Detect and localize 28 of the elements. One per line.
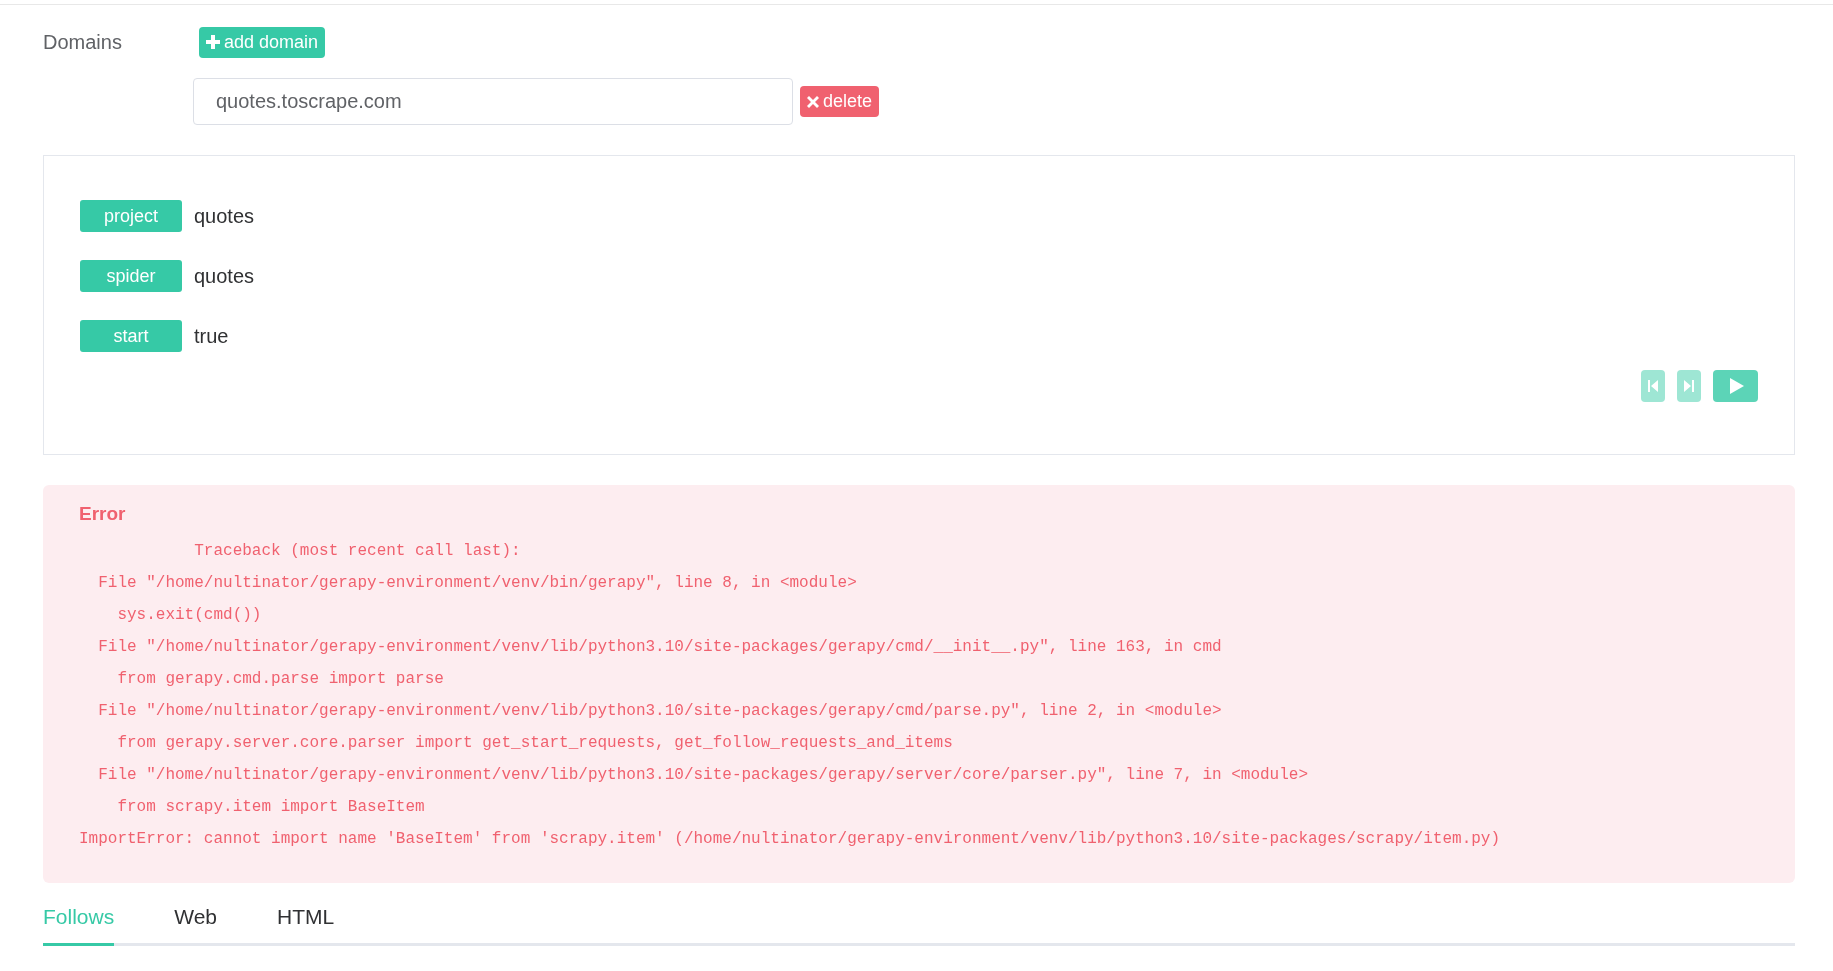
close-icon [807, 95, 819, 108]
traceback-line: sys.exit(cmd()) [116, 605, 263, 626]
domains-label: Domains [43, 30, 123, 54]
tab[interactable]: HTML [277, 893, 335, 946]
step-forward-icon [1682, 379, 1696, 393]
info-value: quotes [194, 264, 255, 288]
info-value: quotes [194, 204, 255, 228]
traceback-line: from scrapy.item import BaseItem [116, 797, 426, 818]
traceback-line: File "/home/nultinator/gerapy-environment/venv/lib/python3.10/site-packages/gerapy/cmd/__init__.py", line 163, in cmd [97, 637, 1223, 658]
traceback-line: ImportError: cannot import name 'BaseItem' from 'scrapy.item' (/home/nultinator/gerapy-environment/venv/lib/python3.10/site-packages/scrapy/item.py) [79, 829, 1502, 850]
tab[interactable]: Web [174, 893, 217, 946]
info-value: true [194, 324, 229, 348]
traceback-line: from gerapy.cmd.parse import parse [116, 669, 445, 690]
play-icon [1727, 378, 1744, 394]
error-title: Error [79, 503, 127, 525]
delete-button[interactable]: delete [800, 86, 880, 117]
traceback-line: File "/home/nultinator/gerapy-environment/venv/bin/gerapy", line 8, in <module> [97, 573, 858, 594]
traceback-line: File "/home/nultinator/gerapy-environment/venv/lib/python3.10/site-packages/gerapy/server/core/parser.py", line 7, in <module> [97, 765, 1309, 786]
plus-icon [206, 35, 220, 49]
info-tag: spider [80, 260, 182, 292]
info-tag: start [80, 320, 182, 352]
play-button[interactable] [1713, 370, 1758, 402]
traceback-line: File "/home/nultinator/gerapy-environment/venv/lib/python3.10/site-packages/gerapy/cmd/parse.py", line 2, in <module> [97, 701, 1223, 722]
step-back-icon [1646, 379, 1660, 393]
info-tag: project [80, 200, 182, 232]
traceback-line: from gerapy.server.core.parser import get_start_requests, get_follow_requests_and_items [116, 733, 954, 754]
traceback-line: Traceback (most recent call last): [193, 541, 522, 562]
domain-input-field[interactable]: quotes.toscrape.com [193, 78, 793, 125]
